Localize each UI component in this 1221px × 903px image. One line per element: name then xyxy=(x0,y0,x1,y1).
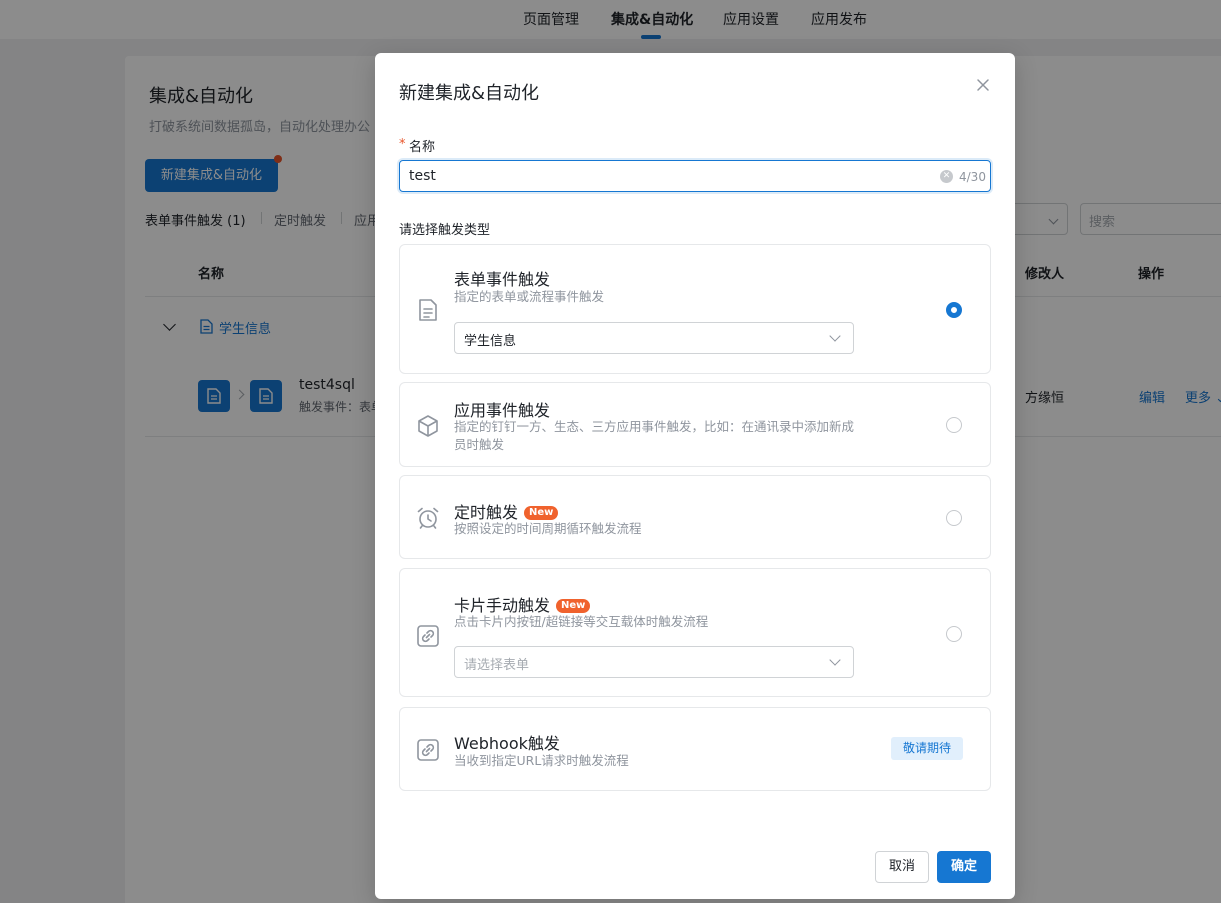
cube-icon xyxy=(418,415,438,437)
coming-soon-badge: 敬请期待 xyxy=(891,737,963,760)
link-icon xyxy=(417,625,439,647)
option-description: 当收到指定URL请求时触发流程 xyxy=(454,753,629,768)
create-integration-dialog: 新建集成&自动化 * 名称 test ✕ 4/30 请选择触发类型 表单事件触发… xyxy=(375,53,1015,899)
option-title: 表单事件触发 xyxy=(454,270,551,289)
trigger-type-label: 请选择触发类型 xyxy=(399,223,491,238)
radio-card-manual[interactable] xyxy=(946,626,962,642)
alarm-clock-icon xyxy=(417,507,439,529)
form-select[interactable]: 请选择表单 xyxy=(454,646,854,678)
form-select-value: 学生信息 xyxy=(464,334,517,349)
chevron-down-icon xyxy=(829,330,841,342)
option-description: 指定的钉钉一方、生态、三方应用事件触发，比如：在通讯录中添加新成员时触发 xyxy=(454,419,855,452)
radio-form-event[interactable] xyxy=(946,302,962,318)
trigger-option-form-event[interactable]: 表单事件触发 指定的表单或流程事件触发 学生信息 xyxy=(399,244,991,374)
clear-icon[interactable]: ✕ xyxy=(940,170,953,183)
form-select-placeholder: 请选择表单 xyxy=(464,658,530,673)
name-input-value: test xyxy=(409,168,436,184)
document-icon xyxy=(419,299,437,321)
trigger-option-webhook: Webhook触发 当收到指定URL请求时触发流程 敬请期待 xyxy=(399,707,991,791)
option-description: 点击卡片内按钮/超链接等交互载体时触发流程 xyxy=(454,614,709,629)
form-select[interactable]: 学生信息 xyxy=(454,322,854,354)
option-description: 指定的表单或流程事件触发 xyxy=(454,289,605,304)
trigger-option-app-event[interactable]: 应用事件触发 指定的钉钉一方、生态、三方应用事件触发，比如：在通讯录中添加新成员… xyxy=(399,382,991,467)
option-description: 按照设定的时间周期循环触发流程 xyxy=(454,521,642,536)
radio-app-event[interactable] xyxy=(946,417,962,433)
radio-scheduled[interactable] xyxy=(946,510,962,526)
link-icon xyxy=(417,739,439,761)
required-mark: * xyxy=(399,137,406,152)
cancel-button[interactable]: 取消 xyxy=(875,851,929,883)
new-badge: New xyxy=(556,599,591,613)
new-badge: New xyxy=(524,506,559,520)
confirm-button[interactable]: 确定 xyxy=(937,851,991,883)
option-title: Webhook触发 xyxy=(454,734,560,753)
trigger-option-card-manual[interactable]: 卡片手动触发 New 点击卡片内按钮/超链接等交互载体时触发流程 请选择表单 xyxy=(399,568,991,697)
name-label: 名称 xyxy=(409,140,436,155)
char-count: 4/30 xyxy=(959,170,986,184)
trigger-option-scheduled[interactable]: 定时触发 New 按照设定的时间周期循环触发流程 xyxy=(399,475,991,559)
name-input[interactable]: test ✕ 4/30 xyxy=(399,160,991,192)
dialog-title: 新建集成&自动化 xyxy=(399,83,540,104)
close-icon[interactable] xyxy=(975,77,991,93)
chevron-down-icon xyxy=(829,654,841,666)
